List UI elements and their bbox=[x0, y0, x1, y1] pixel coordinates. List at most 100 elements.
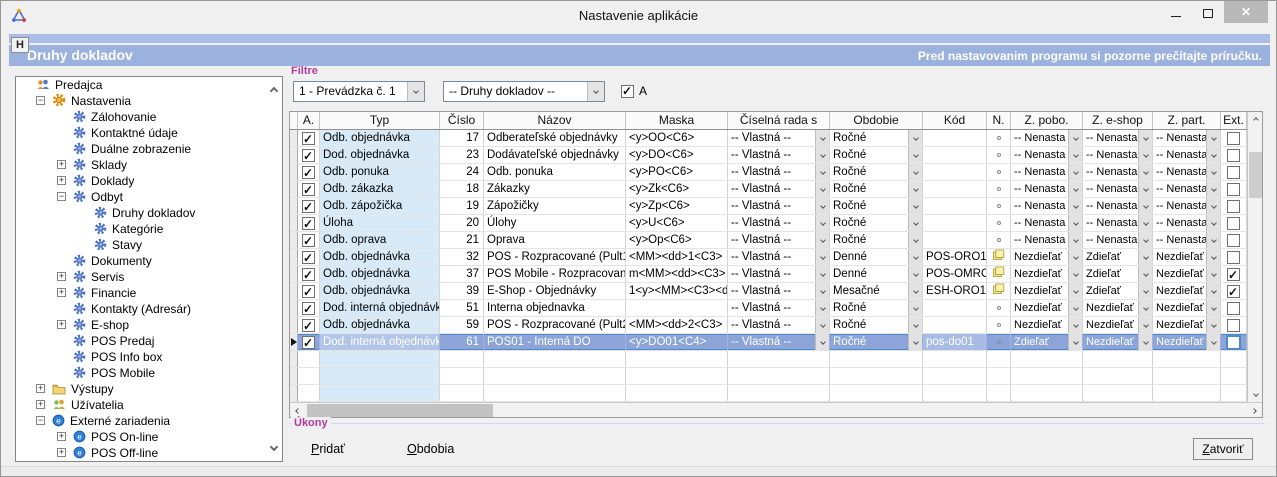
dropdown-arrow-icon[interactable] bbox=[1206, 334, 1220, 350]
cell-cislo[interactable]: 51 bbox=[440, 300, 484, 316]
dropdown-arrow-icon[interactable] bbox=[1206, 232, 1220, 248]
filter-doctype-select[interactable]: -- Druhy dokladov -- bbox=[443, 81, 605, 102]
dropdown-arrow-icon[interactable] bbox=[1068, 215, 1082, 231]
cell-typ[interactable]: Odb. objednávka bbox=[320, 266, 440, 282]
tree-item-pos-on-line[interactable]: +ePOS On-line bbox=[16, 429, 282, 445]
cell-typ[interactable]: Odb. objednávka bbox=[320, 283, 440, 299]
dropdown-arrow-icon[interactable] bbox=[1138, 130, 1152, 146]
column-header-rada[interactable]: Číselná rada s bbox=[728, 112, 830, 129]
cell-kod[interactable] bbox=[923, 147, 987, 163]
cell-cislo[interactable]: 17 bbox=[440, 130, 484, 146]
column-header-zpobo[interactable]: Z. pobo. bbox=[1011, 112, 1083, 129]
tree-scroll-down-icon[interactable] bbox=[271, 437, 277, 455]
dropdown-arrow-icon[interactable] bbox=[1206, 283, 1220, 299]
column-header-zeshop[interactable]: Z. e-shop bbox=[1083, 112, 1153, 129]
row-selector-cell[interactable] bbox=[290, 317, 298, 333]
cell-maska[interactable] bbox=[626, 300, 728, 316]
tree-item-nastavenia[interactable]: −Nastavenia bbox=[16, 93, 282, 109]
cell-kod[interactable]: POS-ORO1 bbox=[923, 249, 987, 265]
row-active-checkbox[interactable] bbox=[302, 132, 315, 145]
tab-h[interactable]: H bbox=[11, 37, 29, 53]
column-header-a[interactable]: A. bbox=[298, 112, 320, 129]
dropdown-arrow-icon[interactable] bbox=[908, 317, 922, 333]
cell-ext[interactable] bbox=[1221, 130, 1247, 146]
dropdown-arrow-icon[interactable] bbox=[908, 249, 922, 265]
ext-checkbox[interactable] bbox=[1227, 234, 1240, 247]
table-row[interactable]: Dod. objednávka23Dodávateľské objednávky… bbox=[290, 147, 1247, 164]
cell-obdobie[interactable]: Mesačné bbox=[830, 283, 923, 299]
cell-ext[interactable] bbox=[1221, 198, 1247, 214]
ext-checkbox[interactable] bbox=[1227, 268, 1240, 281]
cell-obdobie[interactable]: Denné bbox=[830, 249, 923, 265]
grid-horizontal-scrollbar[interactable] bbox=[290, 402, 1262, 417]
cell-typ[interactable]: Dod. interná objednávka bbox=[320, 334, 440, 350]
cell-typ[interactable]: Odb. oprava bbox=[320, 232, 440, 248]
row-active-checkbox[interactable] bbox=[302, 149, 315, 162]
cell-obdobie[interactable]: Ročné bbox=[830, 164, 923, 180]
tree-scroll-up-icon[interactable] bbox=[271, 81, 277, 99]
dropdown-arrow-icon[interactable] bbox=[815, 317, 829, 333]
cell-typ[interactable]: Odb. objednávka bbox=[320, 130, 440, 146]
dropdown-arrow-icon[interactable] bbox=[815, 215, 829, 231]
cell-active[interactable] bbox=[298, 300, 320, 316]
ext-checkbox[interactable] bbox=[1227, 132, 1240, 145]
grid-vertical-scrollbar[interactable] bbox=[1247, 112, 1262, 402]
cell-ciselna-rada[interactable]: -- Vlastná -- bbox=[728, 130, 830, 146]
ext-checkbox[interactable] bbox=[1227, 251, 1240, 264]
cell-active[interactable] bbox=[298, 130, 320, 146]
cell-active[interactable] bbox=[298, 249, 320, 265]
cell-kod[interactable] bbox=[923, 164, 987, 180]
tree-item-z-lohovanie[interactable]: Zálohovanie bbox=[16, 109, 282, 125]
cell-kod[interactable] bbox=[923, 300, 987, 316]
pridat-link[interactable]: Pridať bbox=[311, 442, 345, 456]
cell-cislo[interactable]: 18 bbox=[440, 181, 484, 197]
cell-kod[interactable] bbox=[923, 215, 987, 231]
cell-maska[interactable]: 1<y><MM><C3><dd>< bbox=[626, 283, 728, 299]
cell-z-pobo[interactable]: -- Nenasta bbox=[1011, 130, 1083, 146]
obdobia-link[interactable]: Obdobia bbox=[407, 442, 454, 456]
expand-plus-icon[interactable]: + bbox=[57, 288, 66, 297]
cell-ciselna-rada[interactable]: -- Vlastná -- bbox=[728, 317, 830, 333]
cell-z-pobo[interactable]: Nezdieľať bbox=[1011, 266, 1083, 282]
dropdown-arrow-icon[interactable] bbox=[815, 232, 829, 248]
scroll-left-icon[interactable] bbox=[290, 403, 306, 418]
dropdown-arrow-icon[interactable] bbox=[1068, 164, 1082, 180]
table-row[interactable]: Odb. objednávka32POS - Rozpracované (Pul… bbox=[290, 249, 1247, 266]
cell-z-part[interactable]: -- Nenasta bbox=[1153, 164, 1221, 180]
dropdown-arrow-icon[interactable] bbox=[815, 300, 829, 316]
dropdown-arrow-icon[interactable] bbox=[1138, 232, 1152, 248]
ext-checkbox[interactable] bbox=[1227, 217, 1240, 230]
dropdown-arrow-icon[interactable] bbox=[407, 82, 424, 101]
table-row[interactable]: Dod. interná objednávka51Interna objedna… bbox=[290, 300, 1247, 317]
cell-nazov[interactable]: POS - Rozpracované (Pult2) bbox=[484, 317, 626, 333]
dropdown-arrow-icon[interactable] bbox=[1068, 147, 1082, 163]
dropdown-arrow-icon[interactable] bbox=[1068, 249, 1082, 265]
dropdown-arrow-icon[interactable] bbox=[1068, 130, 1082, 146]
cell-n[interactable] bbox=[987, 164, 1011, 180]
row-active-checkbox[interactable] bbox=[302, 166, 315, 179]
tree-item-extern-zariadenia[interactable]: −eExterné zariadenia bbox=[16, 413, 282, 429]
cell-ciselna-rada[interactable]: -- Vlastná -- bbox=[728, 164, 830, 180]
dropdown-arrow-icon[interactable] bbox=[1206, 215, 1220, 231]
cell-z-pobo[interactable]: -- Nenasta bbox=[1011, 164, 1083, 180]
zatvorit-button[interactable]: Zatvoriť bbox=[1193, 438, 1253, 460]
dropdown-arrow-icon[interactable] bbox=[1206, 181, 1220, 197]
cell-n[interactable] bbox=[987, 317, 1011, 333]
cell-obdobie[interactable]: Ročné bbox=[830, 181, 923, 197]
row-selector-cell[interactable] bbox=[290, 249, 298, 265]
row-active-checkbox[interactable] bbox=[302, 200, 315, 213]
column-header-sel[interactable] bbox=[290, 112, 298, 129]
cell-maska[interactable]: <y>OO<C6> bbox=[626, 130, 728, 146]
cell-nazov[interactable]: Odb. ponuka bbox=[484, 164, 626, 180]
cell-active[interactable] bbox=[298, 181, 320, 197]
cell-z-eshop[interactable]: -- Nenasta bbox=[1083, 181, 1153, 197]
dropdown-arrow-icon[interactable] bbox=[1138, 147, 1152, 163]
cell-maska[interactable]: <y>PO<C6> bbox=[626, 164, 728, 180]
cell-z-part[interactable]: Nezdieľať bbox=[1153, 317, 1221, 333]
row-selector-cell[interactable] bbox=[290, 181, 298, 197]
tree-item-e-shop[interactable]: +E-shop bbox=[16, 317, 282, 333]
cell-z-part[interactable]: -- Nenasta bbox=[1153, 147, 1221, 163]
table-row[interactable]: Odb. objednávka17Odberateľské objednávky… bbox=[290, 130, 1247, 147]
cell-n[interactable] bbox=[987, 266, 1011, 282]
expand-plus-icon[interactable]: + bbox=[57, 176, 66, 185]
